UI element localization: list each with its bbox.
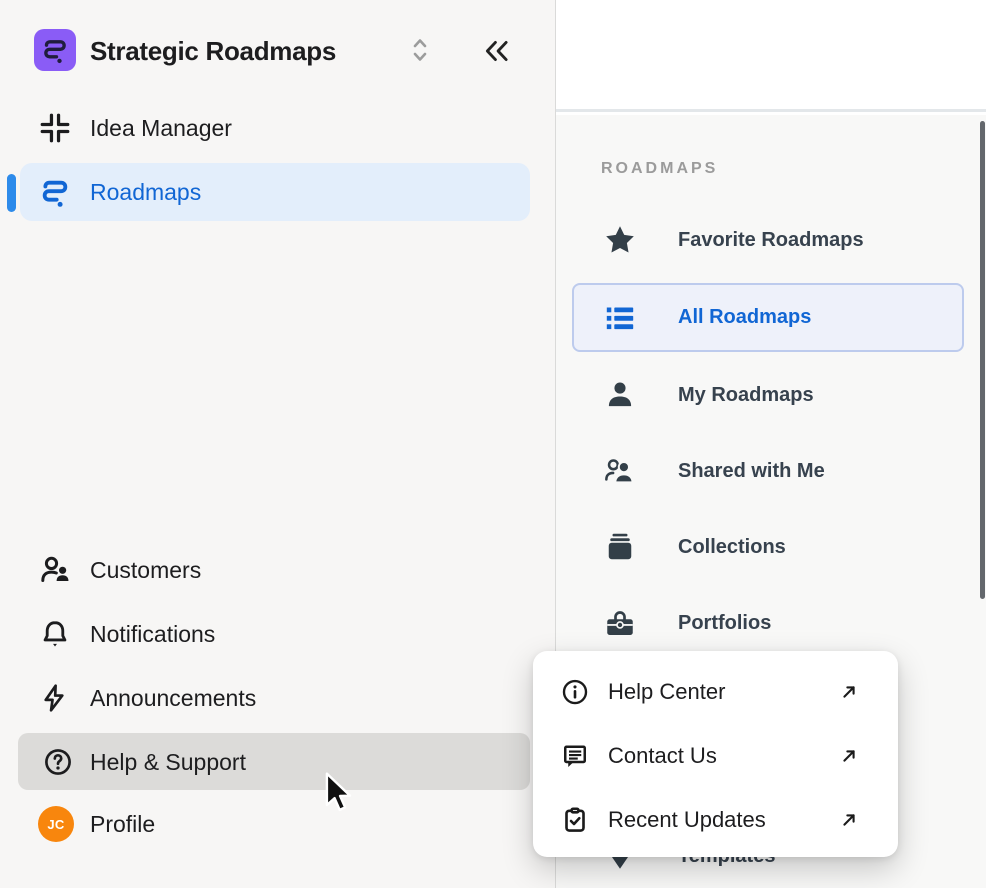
idea-manager-icon — [38, 111, 72, 145]
sidebar-item-label: Idea Manager — [90, 115, 232, 142]
road-icon — [38, 175, 72, 209]
sidebar: Strategic Roadmaps Idea Manager Roadmaps — [0, 0, 556, 888]
sidebar-item-label: Roadmaps — [90, 179, 201, 206]
sidebar-item-label: Customers — [90, 557, 201, 584]
sidebar-item-idea-manager[interactable]: Idea Manager — [0, 104, 540, 152]
panel-item-label: Favorite Roadmaps — [678, 229, 864, 252]
external-link-icon — [838, 809, 860, 831]
sidebar-item-help-support-content[interactable]: Help & Support — [0, 738, 540, 786]
list-icon — [600, 300, 640, 336]
panel-item-label: Shared with Me — [678, 460, 825, 483]
panel-item-collections[interactable]: Collections — [556, 523, 986, 571]
menu-item-help-center[interactable]: Help Center — [533, 660, 898, 724]
sidebar-item-profile[interactable]: JC Profile — [0, 800, 540, 848]
menu-item-contact-us[interactable]: Contact Us — [533, 724, 898, 788]
star-icon — [600, 222, 640, 258]
lightning-icon — [38, 682, 70, 714]
avatar: JC — [38, 806, 74, 842]
person-icon — [600, 377, 640, 413]
sidebar-item-customers[interactable]: Customers — [0, 546, 540, 594]
panel-section-title: ROADMAPS — [601, 160, 718, 178]
clipboard-check-icon — [560, 805, 590, 835]
panel-item-label: My Roadmaps — [678, 384, 814, 407]
panel-item-my-roadmaps[interactable]: My Roadmaps — [556, 371, 986, 419]
customers-icon — [38, 552, 74, 588]
collections-icon — [600, 529, 640, 565]
mouse-cursor — [320, 772, 358, 816]
panel-item-all-roadmaps[interactable]: All Roadmaps — [572, 283, 964, 352]
people-icon — [600, 453, 640, 489]
panel-item-portfolios[interactable]: Portfolios — [556, 599, 986, 647]
sidebar-item-roadmaps-content[interactable]: Roadmaps — [0, 168, 540, 216]
panel-item-favorite-roadmaps[interactable]: Favorite Roadmaps — [556, 216, 986, 264]
menu-item-recent-updates[interactable]: Recent Updates — [533, 788, 898, 852]
info-circle-icon — [560, 677, 590, 707]
sidebar-item-label: Notifications — [90, 621, 215, 648]
help-support-menu: Help Center Contact Us — [533, 651, 898, 857]
briefcase-icon — [600, 605, 640, 641]
workspace-switcher-icon[interactable] — [406, 34, 434, 66]
sidebar-item-label: Announcements — [90, 685, 256, 712]
panel-item-label: All Roadmaps — [678, 306, 811, 329]
menu-item-label: Contact Us — [608, 743, 717, 769]
workspace-title: Strategic Roadmaps — [90, 36, 336, 67]
scrollbar-thumb[interactable] — [980, 121, 985, 599]
external-link-icon — [838, 745, 860, 767]
menu-item-label: Recent Updates — [608, 807, 766, 833]
panel-header — [556, 0, 986, 112]
workspace-logo[interactable] — [34, 29, 76, 71]
question-circle-icon — [42, 746, 74, 778]
bell-icon — [38, 617, 72, 651]
chat-icon — [560, 741, 590, 771]
external-link-icon — [838, 681, 860, 703]
menu-item-label: Help Center — [608, 679, 725, 705]
road-icon — [40, 35, 70, 65]
panel-item-shared-with-me[interactable]: Shared with Me — [556, 447, 986, 495]
sidebar-item-label: Help & Support — [90, 749, 246, 776]
collapse-sidebar-icon[interactable] — [480, 37, 514, 65]
sidebar-item-notifications[interactable]: Notifications — [0, 610, 540, 658]
panel-item-label: Portfolios — [678, 612, 771, 635]
sidebar-item-label: Profile — [90, 811, 155, 838]
sidebar-item-announcements[interactable]: Announcements — [0, 674, 540, 722]
panel-item-label: Collections — [678, 536, 786, 559]
